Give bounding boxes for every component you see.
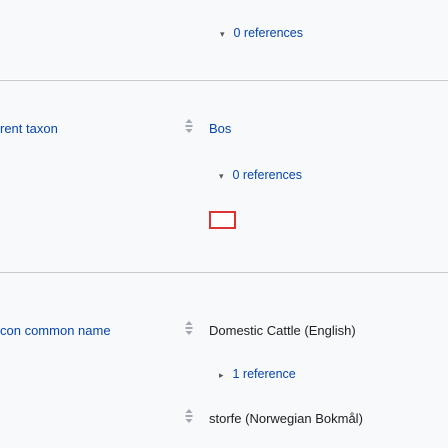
references-toggle-label: 1 reference [232,367,296,381]
chevron-right-icon: ▸ [219,370,224,380]
language-label: (English) [304,323,356,338]
monolingual-text: Domestic Cattle [209,323,301,338]
chevron-down-icon: ▾ [220,29,225,39]
references-toggle-label: 0 references [232,168,302,182]
chevron-down-icon: ▾ [219,171,224,181]
references-toggle[interactable]: ▾ 0 references [219,168,302,182]
property-label-parent-taxon[interactable]: rent taxon [0,121,58,136]
property-label-taxon-common-name[interactable]: con common name [0,323,111,338]
wikidata-statements-page: ▾ 0 references rent taxon Bos ▾ 0 refere… [0,0,448,448]
statement-value[interactable]: storfe (Norwegian Bokmål) [209,411,363,426]
references-toggle[interactable]: ▾ 0 references [220,26,303,40]
value-link[interactable]: Bos [209,121,231,136]
references-toggle[interactable]: ▸ 1 reference [219,367,296,381]
rank-normal-icon[interactable] [183,408,195,424]
statement-value[interactable]: Domestic Cattle (English) [209,323,356,338]
monolingual-text: storfe [209,411,242,426]
rank-normal-icon[interactable] [183,320,195,336]
statement-value[interactable]: Bos [209,121,231,136]
references-toggle-label: 0 references [233,26,303,40]
language-label: (Norwegian Bokmål) [245,411,363,426]
rank-normal-icon[interactable] [183,118,195,134]
highlighted-empty-box[interactable] [209,211,236,229]
